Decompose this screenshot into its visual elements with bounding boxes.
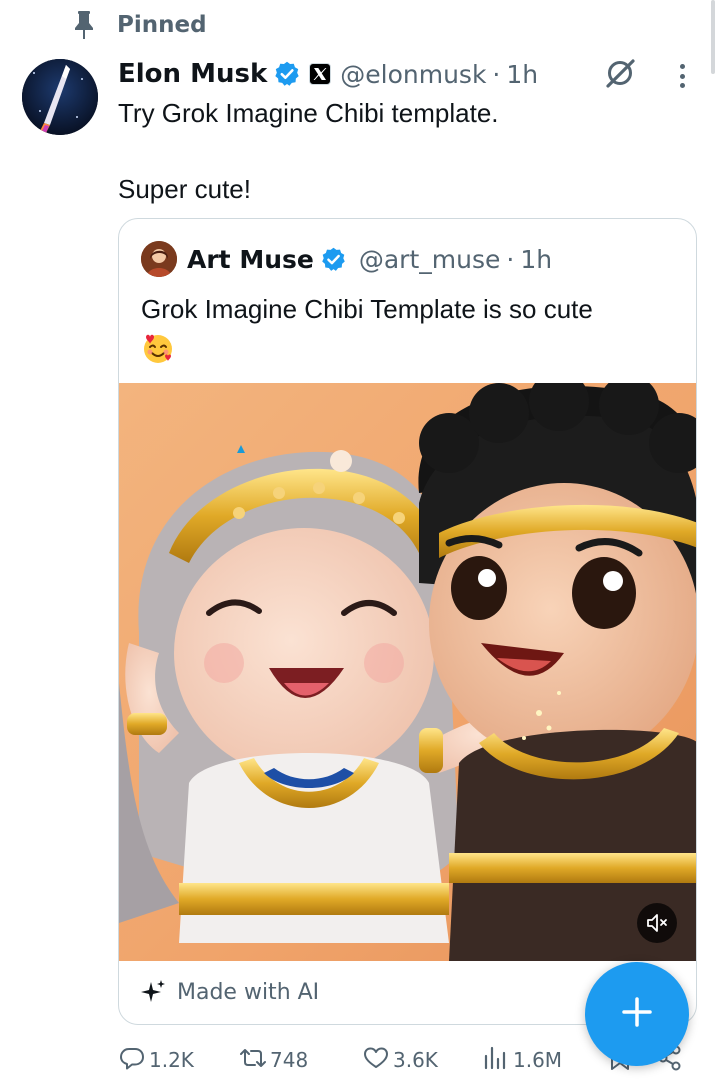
heart-icon <box>362 1044 390 1076</box>
verified-badge-icon[interactable] <box>273 60 301 88</box>
sparkle-icon <box>141 979 167 1005</box>
repost-button[interactable]: 748 <box>239 1040 308 1080</box>
scrollbar-thumb[interactable] <box>711 0 715 74</box>
reply-count: 1.2K <box>149 1048 194 1072</box>
like-button[interactable]: 3.6K <box>362 1040 438 1080</box>
tweet-text-line: Super cute! <box>118 174 251 204</box>
author-avatar[interactable] <box>22 59 98 135</box>
views-count: 1.6M <box>513 1048 563 1072</box>
made-with-ai-label[interactable]: Made with AI <box>141 961 319 1023</box>
quoted-author-handle[interactable]: @art_muse <box>359 245 501 274</box>
made-with-ai-text: Made with AI <box>177 979 320 1005</box>
views-chart-icon <box>482 1044 510 1076</box>
quoted-author-avatar[interactable] <box>141 241 177 277</box>
separator-dot: · <box>506 244 515 274</box>
quoted-tweet-header: Art Muse @art_muse · 1h <box>141 239 552 279</box>
repost-count: 748 <box>270 1048 309 1072</box>
grok-icon[interactable] <box>603 56 637 90</box>
tweet-text: Try Grok Imagine Chibi template. Super c… <box>118 94 678 208</box>
scrollbar[interactable] <box>710 0 716 1084</box>
views-button[interactable]: 1.6M <box>482 1040 562 1080</box>
quoted-tweet-text: Grok Imagine Chibi Template is so cute <box>141 291 681 374</box>
reply-button[interactable]: 1.2K <box>118 1040 194 1080</box>
verified-badge-icon[interactable] <box>320 246 347 273</box>
pinned-indicator: Pinned <box>70 8 207 42</box>
like-count: 3.6K <box>393 1048 438 1072</box>
quoted-tweet-card[interactable]: Art Muse @art_muse · 1h Grok Imagine Chi… <box>118 218 697 1025</box>
tweet-time[interactable]: 1h <box>506 60 538 89</box>
plus-icon <box>619 994 655 1034</box>
tweet-text-line: Try Grok Imagine Chibi template. <box>118 98 499 128</box>
pinned-label: Pinned <box>117 12 207 38</box>
quoted-author-name[interactable]: Art Muse <box>187 245 314 274</box>
author-handle[interactable]: @elonmusk <box>340 60 486 89</box>
separator-dot: · <box>492 59 501 89</box>
more-dots-icon[interactable] <box>668 60 696 92</box>
x-logo-icon[interactable] <box>309 63 332 85</box>
repost-icon <box>239 1044 267 1076</box>
pin-icon <box>70 8 98 42</box>
quoted-tweet-time[interactable]: 1h <box>520 245 552 274</box>
author-name[interactable]: Elon Musk <box>118 59 267 89</box>
reply-icon <box>118 1044 146 1076</box>
quoted-tweet-text-line: Grok Imagine Chibi Template is so cute <box>141 294 593 324</box>
volume-muted-icon[interactable] <box>637 903 677 943</box>
tweet-text-line <box>118 132 678 170</box>
smiling-face-with-hearts-emoji <box>141 331 175 365</box>
quoted-tweet-video[interactable] <box>119 383 696 961</box>
compose-button[interactable] <box>585 962 689 1066</box>
tweet-header: Elon Musk @elonmusk · 1h <box>118 54 538 94</box>
